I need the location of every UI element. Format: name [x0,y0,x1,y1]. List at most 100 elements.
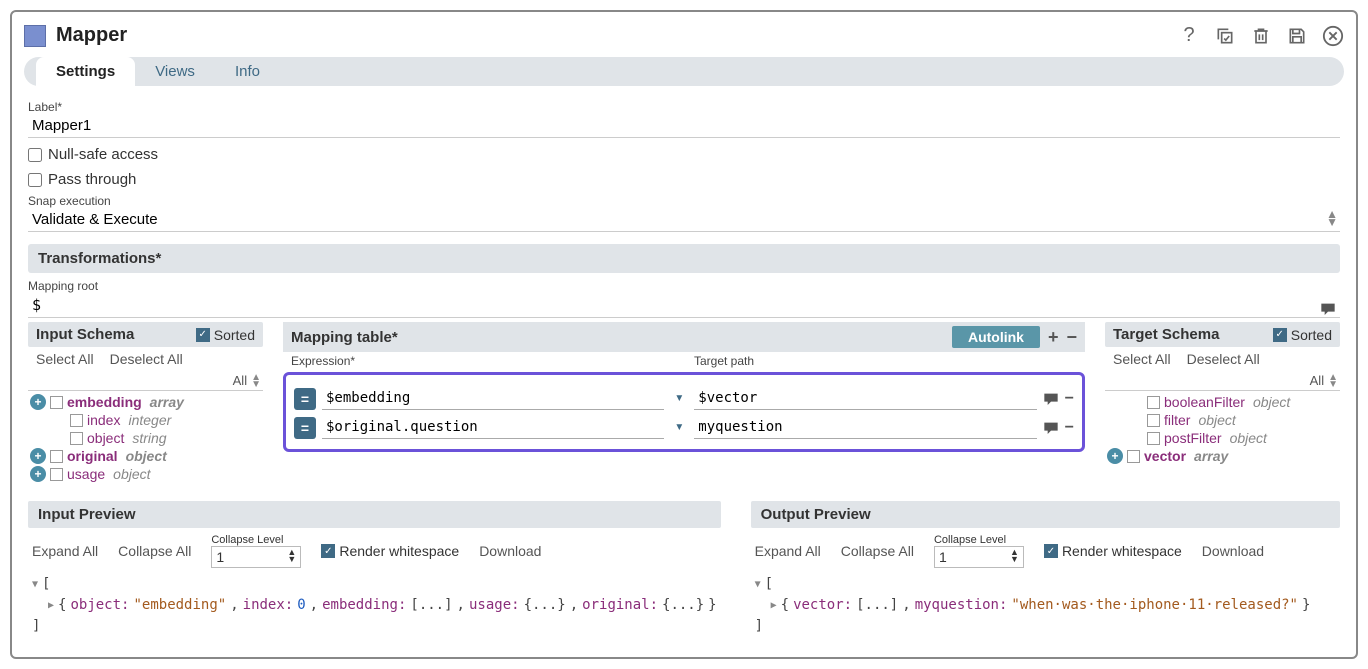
collapse-level-input[interactable]: 1▲▼ [211,546,301,568]
collapse-level-input[interactable]: 1▲▼ [934,546,1024,568]
snap-exec-select[interactable] [28,208,1340,232]
mapping-row: = ▼ − [294,387,1074,410]
expression-input[interactable] [322,387,664,410]
target-schema-tree: booleanFilterobject filterobject postFil… [1105,393,1340,465]
tree-checkbox[interactable] [70,414,83,427]
help-icon[interactable]: ? [1178,25,1200,47]
expression-col-label: Expression* [291,354,684,368]
snap-exec-label: Snap execution [28,194,1340,208]
chevron-down-icon[interactable]: ▼ [670,393,688,404]
render-ws-checkbox[interactable]: ✓Render whitespace [1044,543,1182,559]
chevron-down-icon[interactable]: ▼ [670,422,688,433]
mapping-root-input[interactable] [28,293,1340,318]
input-filter-all[interactable]: All [229,371,251,390]
stepper-icon[interactable]: ▲▼ [1326,210,1338,226]
stepper-icon[interactable]: ▲▼ [1328,374,1338,388]
stepper-icon[interactable]: ▲▼ [251,374,261,388]
collapse-all-button[interactable]: Collapse All [118,543,191,559]
nullsafe-checkbox[interactable] [28,148,42,162]
remove-row-icon[interactable]: − [1065,419,1074,437]
caret-right-icon[interactable]: ▶ [48,598,54,613]
tree-row[interactable]: +originalobject [30,447,261,465]
delete-icon[interactable] [1250,25,1272,47]
label-input[interactable] [28,114,1340,138]
caret-right-icon[interactable]: ▶ [771,598,777,613]
tab-views[interactable]: Views [135,57,215,86]
tree-checkbox[interactable] [50,468,63,481]
tree-row[interactable]: objectstring [30,429,261,447]
tree-row[interactable]: +vectorarray [1107,447,1338,465]
target-input[interactable] [694,416,1036,439]
collapse-level-label: Collapse Level [211,534,301,546]
save-icon[interactable] [1286,25,1308,47]
tree-row[interactable]: booleanFilterobject [1107,393,1338,411]
suggest-icon[interactable] [1320,302,1336,316]
expand-icon[interactable]: + [30,394,46,410]
passthrough-label: Pass through [48,171,136,188]
tree-row[interactable]: filterobject [1107,411,1338,429]
render-ws-checkbox[interactable]: ✓Render whitespace [321,543,459,559]
output-preview-header: Output Preview [751,501,1340,528]
expression-toggle[interactable]: = [294,417,316,439]
suggest-icon[interactable] [1043,421,1059,435]
label-field-label: Label* [28,100,1340,114]
expand-all-button[interactable]: Expand All [32,543,98,559]
tree-row[interactable]: +usageobject [30,465,261,483]
expand-icon[interactable]: + [30,466,46,482]
tabs: Settings Views Info [24,57,1344,86]
output-preview-json: ▼[ ▶{vector: [...], myquestion: "when·wa… [751,574,1340,637]
tab-info[interactable]: Info [215,57,280,86]
input-preview-json: ▼[ ▶{object: "embedding", index: 0, embe… [28,574,721,637]
tree-row[interactable]: indexinteger [30,411,261,429]
input-schema-tree: +embeddingarray indexinteger objectstrin… [28,393,263,483]
input-sorted-checkbox[interactable]: ✓ Sorted [196,327,255,343]
target-col-label: Target path [694,354,1077,368]
target-deselect-all[interactable]: Deselect All [1187,351,1260,367]
remove-row-button[interactable]: − [1066,327,1077,348]
suggest-icon[interactable] [1043,392,1059,406]
tree-row[interactable]: postFilterobject [1107,429,1338,447]
expand-all-button[interactable]: Expand All [755,543,821,559]
tree-row[interactable]: +embeddingarray [30,393,261,411]
input-deselect-all[interactable]: Deselect All [110,351,183,367]
close-icon[interactable] [1322,25,1344,47]
input-select-all[interactable]: Select All [36,351,94,367]
autolink-button[interactable]: Autolink [952,326,1040,348]
mapping-root-label: Mapping root [28,279,1340,293]
expression-toggle[interactable]: = [294,388,316,410]
tree-checkbox[interactable] [1147,396,1160,409]
mapper-window: Mapper ? Settings Views Info Label* [10,10,1358,659]
mapping-table-header: Mapping table* Autolink + − [283,322,1085,352]
caret-down-icon[interactable]: ▼ [32,577,38,592]
transformations-header: Transformations* [28,244,1340,273]
caret-down-icon[interactable]: ▼ [755,577,761,592]
input-schema-header: Input Schema ✓ Sorted [28,322,263,347]
download-button[interactable]: Download [479,543,541,559]
tree-checkbox[interactable] [1147,414,1160,427]
target-filter-all[interactable]: All [1306,371,1328,390]
target-select-all[interactable]: Select All [1113,351,1171,367]
mapping-table-body: = ▼ − = ▼ − [283,372,1085,452]
tree-checkbox[interactable] [50,450,63,463]
collapse-all-button[interactable]: Collapse All [841,543,914,559]
remove-row-icon[interactable]: − [1065,390,1074,408]
add-row-button[interactable]: + [1048,327,1059,348]
nullsafe-label: Null-safe access [48,146,158,163]
expression-input[interactable] [322,416,664,439]
tree-checkbox[interactable] [70,432,83,445]
collapse-level-label: Collapse Level [934,534,1024,546]
copy-icon[interactable] [1214,25,1236,47]
mapping-row: = ▼ − [294,416,1074,439]
target-input[interactable] [694,387,1036,410]
download-button[interactable]: Download [1202,543,1264,559]
expand-icon[interactable]: + [30,448,46,464]
expand-icon[interactable]: + [1107,448,1123,464]
target-sorted-checkbox[interactable]: ✓ Sorted [1273,327,1332,343]
tab-settings[interactable]: Settings [36,57,135,86]
input-preview-header: Input Preview [28,501,721,528]
tree-checkbox[interactable] [1147,432,1160,445]
tree-checkbox[interactable] [1127,450,1140,463]
tree-checkbox[interactable] [50,396,63,409]
passthrough-checkbox[interactable] [28,173,42,187]
app-icon [24,25,46,47]
